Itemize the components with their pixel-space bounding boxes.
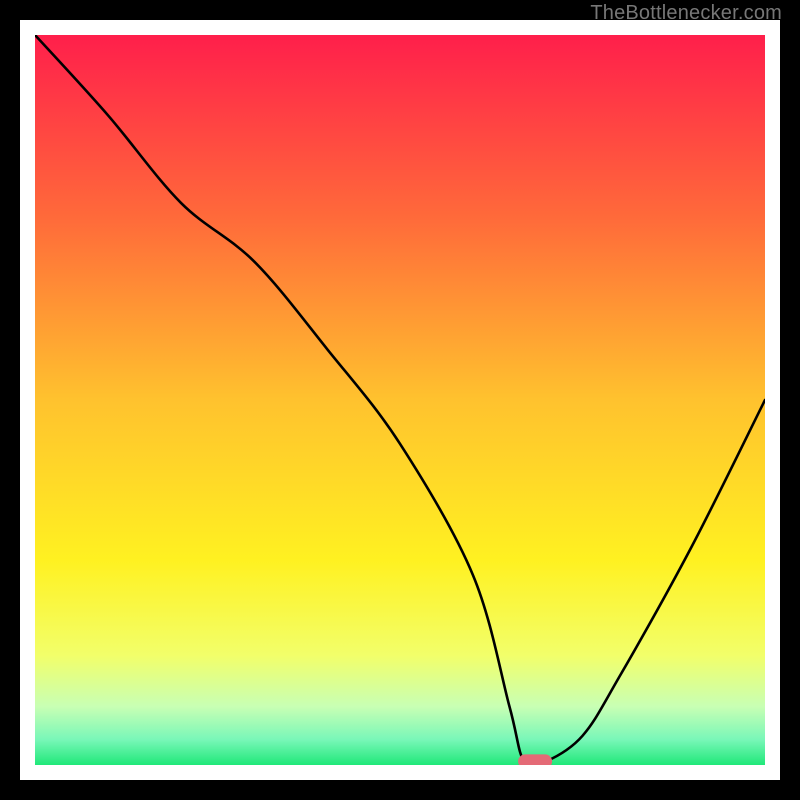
watermark-text: TheBottlenecker.com	[590, 2, 782, 25]
plot-background	[20, 20, 780, 780]
plot-area	[35, 35, 765, 765]
gradient-fill	[35, 35, 765, 765]
chart-frame: TheBottlenecker.com	[0, 0, 800, 800]
